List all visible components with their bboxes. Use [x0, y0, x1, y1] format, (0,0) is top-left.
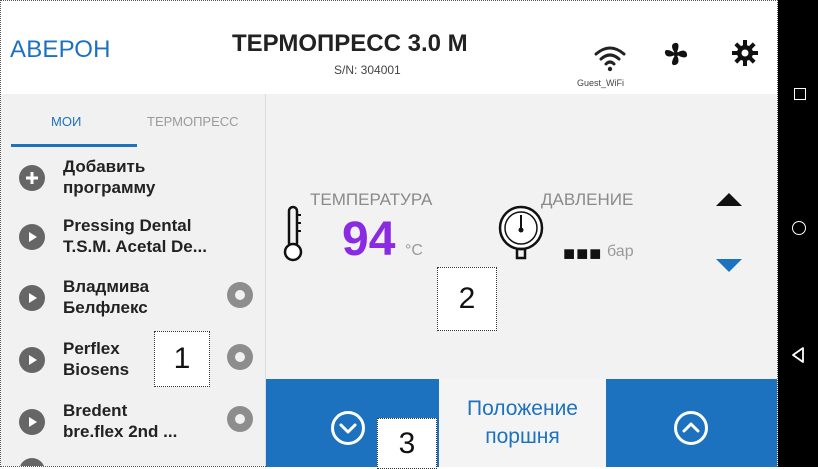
- device-title: ТЕРМОПРЕСС 3.0 М: [232, 30, 468, 57]
- pressure-gauge-icon: [498, 205, 544, 260]
- program-item[interactable]: Pressing Dental T.S.M. Acetal De...: [1, 211, 265, 263]
- wifi-icon[interactable]: [590, 38, 630, 78]
- temperature-unit: °C: [405, 242, 423, 259]
- piston-position-label: Положение поршня: [439, 379, 606, 467]
- list-item-line2: программу: [63, 178, 156, 197]
- callout-3: 3: [377, 418, 437, 469]
- piston-label-line1: Положение: [467, 397, 578, 420]
- program-sidebar: МОИ ТЕРМОПРЕСС Добавить программу Pressi…: [1, 94, 266, 466]
- program-item[interactable]: Bredent bre.flex 2nd ...: [1, 396, 265, 448]
- active-tab-indicator: [11, 144, 137, 147]
- list-item-line2: T.S.M. Acetal De...: [63, 237, 207, 256]
- list-item-line1: Добавить: [63, 157, 146, 176]
- sidebar-tabs: МОИ ТЕРМОПРЕСС: [1, 94, 265, 150]
- program-item[interactable]: Perflex Biosens: [1, 334, 265, 386]
- wifi-network-label: Guest_WiFi: [577, 78, 625, 88]
- program-options-button[interactable]: [227, 406, 253, 432]
- pressure-label: ДАВЛЕНИЕ: [541, 190, 634, 209]
- scroll-up-arrow-icon[interactable]: [714, 191, 744, 207]
- pressure-value: ■■■: [563, 243, 603, 265]
- back-icon[interactable]: [790, 346, 806, 364]
- list-item-label: Добавить программу: [63, 156, 263, 198]
- program-options-button[interactable]: [227, 282, 253, 308]
- piston-label-line2: поршня: [485, 425, 560, 448]
- play-icon[interactable]: [19, 347, 45, 373]
- play-icon[interactable]: [19, 458, 45, 466]
- add-program-item[interactable]: Добавить программу: [1, 152, 265, 204]
- gear-icon[interactable]: [732, 40, 758, 66]
- plus-icon: [19, 165, 45, 191]
- fan-icon[interactable]: [662, 40, 690, 68]
- scroll-down-arrow-icon[interactable]: [714, 258, 744, 274]
- brand-label: АВЕРОН: [10, 36, 111, 63]
- callout-1: 1: [154, 331, 210, 387]
- list-item-line1: Pressing Dental: [63, 216, 192, 235]
- temperature-value: 94: [342, 213, 396, 266]
- tab-mine[interactable]: МОИ: [51, 114, 81, 129]
- thermometer-icon: [283, 205, 303, 262]
- program-item[interactable]: Владмива Белфлекс: [1, 272, 265, 324]
- program-item[interactable]: [1, 458, 265, 466]
- callout-2: 2: [437, 267, 497, 331]
- temperature-label: ТЕМПЕРАТУРА: [310, 190, 433, 209]
- play-icon[interactable]: [19, 409, 45, 435]
- piston-up-button[interactable]: [673, 410, 709, 446]
- tab-thermopress[interactable]: ТЕРМОПРЕСС: [147, 114, 239, 129]
- home-icon[interactable]: [792, 221, 806, 235]
- recent-apps-icon[interactable]: [794, 88, 806, 100]
- list-item-label: Pressing Dental T.S.M. Acetal De...: [63, 215, 263, 257]
- play-icon[interactable]: [19, 224, 45, 250]
- pressure-unit: бар: [607, 243, 634, 260]
- program-options-button[interactable]: [227, 344, 253, 370]
- play-icon[interactable]: [19, 285, 45, 311]
- piston-down-button[interactable]: [330, 410, 366, 446]
- serial-number: S/N: 304001: [334, 63, 401, 77]
